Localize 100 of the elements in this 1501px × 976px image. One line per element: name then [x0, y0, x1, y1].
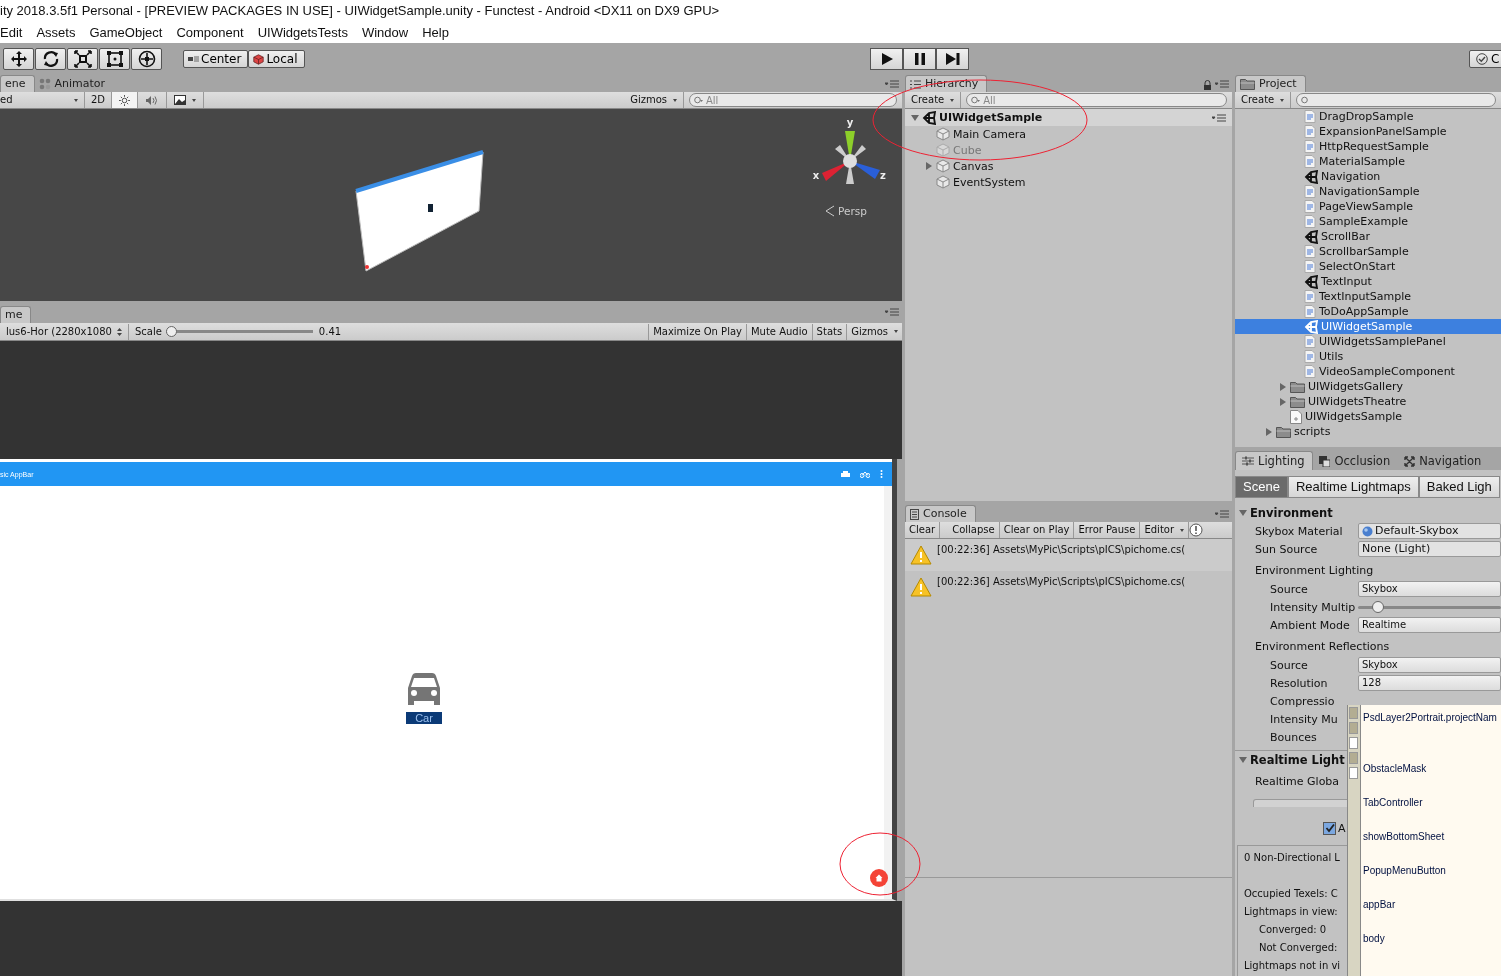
project-item[interactable]: DragDropSample [1235, 109, 1501, 124]
navigation-tab[interactable]: Navigation [1398, 452, 1490, 470]
projection-label[interactable]: Persp [838, 205, 867, 217]
resolution-dropdown[interactable]: lus6-Hor (2280x1080 [0, 323, 129, 340]
floating-action-button[interactable] [870, 869, 888, 887]
project-item[interactable]: SampleExample [1235, 214, 1501, 229]
menu-item[interactable]: Help [415, 24, 456, 40]
suggestion-item[interactable]: appBar [1363, 899, 1497, 933]
foldout-arrow-icon[interactable] [1239, 756, 1247, 764]
pivot-button[interactable]: Center [183, 50, 249, 68]
expand-arrow-icon[interactable] [1279, 397, 1287, 406]
project-item[interactable]: ExpansionPanelSample [1235, 124, 1501, 139]
draw-mode-dropdown[interactable]: ed [0, 92, 85, 108]
project-item[interactable]: ScrollbarSample [1235, 244, 1501, 259]
orientation-gizmo-drawing[interactable] [822, 131, 880, 184]
bike-icon[interactable] [860, 470, 870, 478]
car-icon[interactable] [841, 470, 850, 478]
console-toolbar-button[interactable]: Collapse [948, 522, 1000, 538]
collapsed-arrow-icon[interactable] [925, 162, 933, 170]
panel-menu-icon[interactable] [1215, 80, 1229, 88]
move-tool-button[interactable] [3, 48, 34, 70]
project-item[interactable]: NavigationSample [1235, 184, 1501, 199]
object-field[interactable]: Default-Skybox [1358, 523, 1501, 539]
console-tab[interactable]: Console [905, 505, 976, 522]
hierarchy-item[interactable]: Canvas [905, 158, 1232, 174]
project-tab[interactable]: Project [1235, 75, 1306, 92]
foldout-arrow-icon[interactable] [1239, 509, 1247, 517]
scene-view[interactable]: y x z Persp [0, 109, 902, 301]
project-item[interactable]: UIWidgetsGallery [1235, 379, 1501, 394]
console-toolbar-button[interactable]: Error Pause [1074, 522, 1141, 538]
console-toolbar-button[interactable]: Editor [1140, 522, 1190, 538]
project-item[interactable]: scripts [1235, 424, 1501, 439]
canvas-plane-drawing[interactable] [355, 150, 484, 272]
project-item[interactable]: Navigation [1235, 169, 1501, 184]
transform-tool-button[interactable] [131, 48, 162, 70]
menu-item[interactable]: Edit [0, 24, 30, 40]
suggestion-item[interactable]: ObstacleMask [1363, 763, 1497, 797]
dropdown-field[interactable]: Skybox [1358, 581, 1501, 597]
project-item[interactable]: ScrollBar [1235, 229, 1501, 244]
checkbox[interactable] [1323, 821, 1336, 835]
search-field[interactable] [1296, 93, 1496, 107]
hierarchy-item[interactable]: EventSystem [905, 174, 1232, 190]
project-item[interactable]: SelectOnStart [1235, 259, 1501, 274]
scene-header-row[interactable]: UIWidgetSample [905, 109, 1232, 126]
project-item[interactable]: VideoSampleComponent [1235, 364, 1501, 379]
menu-item[interactable]: Assets [29, 24, 83, 40]
menu-item[interactable]: Window [354, 24, 416, 40]
game-tab[interactable]: me [0, 306, 32, 323]
lighting-subtab[interactable]: Realtime Lightmaps [1287, 476, 1419, 498]
lock-icon[interactable] [1203, 80, 1212, 90]
scale-slider[interactable] [165, 326, 313, 337]
project-item[interactable]: TextInputSample [1235, 289, 1501, 304]
game-toolbar-button[interactable]: Maximize On Play [648, 323, 746, 340]
project-item[interactable]: UIWidgetsSamplePanel [1235, 334, 1501, 349]
hierarchy-tab[interactable]: Hierarchy [905, 75, 988, 92]
suggestion-item[interactable]: PopupMenuButton [1363, 865, 1497, 899]
suggestion-item[interactable]: PsdLayer2Portrait.projectNam [1363, 712, 1497, 763]
hierarchy-item[interactable]: Main Camera [905, 126, 1232, 142]
rotation-button[interactable]: Local [248, 50, 305, 68]
panel-menu-icon[interactable] [1212, 113, 1226, 122]
create-dropdown[interactable]: Create [905, 92, 962, 108]
suggestion-item[interactable]: showBottomSheet [1363, 831, 1497, 865]
expand-arrow-icon[interactable] [1265, 427, 1273, 436]
lighting-toggle[interactable] [112, 92, 139, 108]
project-item[interactable]: MaterialSample [1235, 154, 1501, 169]
project-item[interactable]: TextInput [1235, 274, 1501, 289]
menu-item[interactable]: UIWidgetsTests [250, 24, 355, 40]
menu-item[interactable]: Component [169, 24, 251, 40]
project-item[interactable]: PageViewSample [1235, 199, 1501, 214]
suggestion-item[interactable]: TabController [1363, 797, 1497, 831]
lighting-subtab[interactable]: Baked Ligh [1418, 476, 1500, 498]
panel-menu-icon[interactable] [1215, 510, 1229, 518]
rotate-tool-button[interactable] [35, 48, 66, 70]
game-toolbar-button[interactable]: Mute Audio [745, 323, 812, 340]
collab-button[interactable]: C [1469, 50, 1501, 68]
dropdown-field[interactable]: 128 [1358, 675, 1501, 691]
project-item[interactable]: Utils [1235, 349, 1501, 364]
project-item[interactable]: ToDoAppSample [1235, 304, 1501, 319]
lighting-tab[interactable]: Lighting [1235, 451, 1314, 470]
project-item[interactable]: UIWidgetSample [1235, 319, 1501, 334]
console-message[interactable]: [00:22:36] Assets\MyPic\Scripts\pICS\pichome.cs( [905, 539, 1232, 571]
rect-tool-button[interactable] [99, 48, 130, 70]
error-count-icon[interactable] [1189, 523, 1206, 537]
project-item[interactable]: UIWidgetsTheatre [1235, 394, 1501, 409]
console-toolbar-button[interactable]: Clear on Play [999, 522, 1075, 538]
game-toolbar-button[interactable]: Gizmos [846, 323, 902, 340]
play-button[interactable] [870, 48, 903, 70]
expanded-arrow-icon[interactable] [911, 113, 919, 122]
slider-thumb[interactable] [1372, 600, 1385, 613]
console-toolbar-button[interactable]: Clear [905, 522, 941, 538]
project-item[interactable]: UIWidgetsSample [1235, 409, 1501, 424]
panel-menu-icon[interactable] [885, 80, 899, 88]
dropdown-field[interactable]: Skybox [1358, 657, 1501, 673]
game-toolbar-button[interactable]: Stats [811, 323, 847, 340]
panel-menu-icon[interactable] [885, 308, 899, 316]
gizmos-dropdown[interactable]: Gizmos [624, 92, 684, 108]
object-field[interactable]: None (Light) [1358, 541, 1501, 557]
section-header[interactable]: Environment [1235, 504, 1501, 522]
slider-thumb[interactable] [165, 326, 177, 337]
lighting-subtab[interactable]: Scene [1235, 476, 1288, 498]
